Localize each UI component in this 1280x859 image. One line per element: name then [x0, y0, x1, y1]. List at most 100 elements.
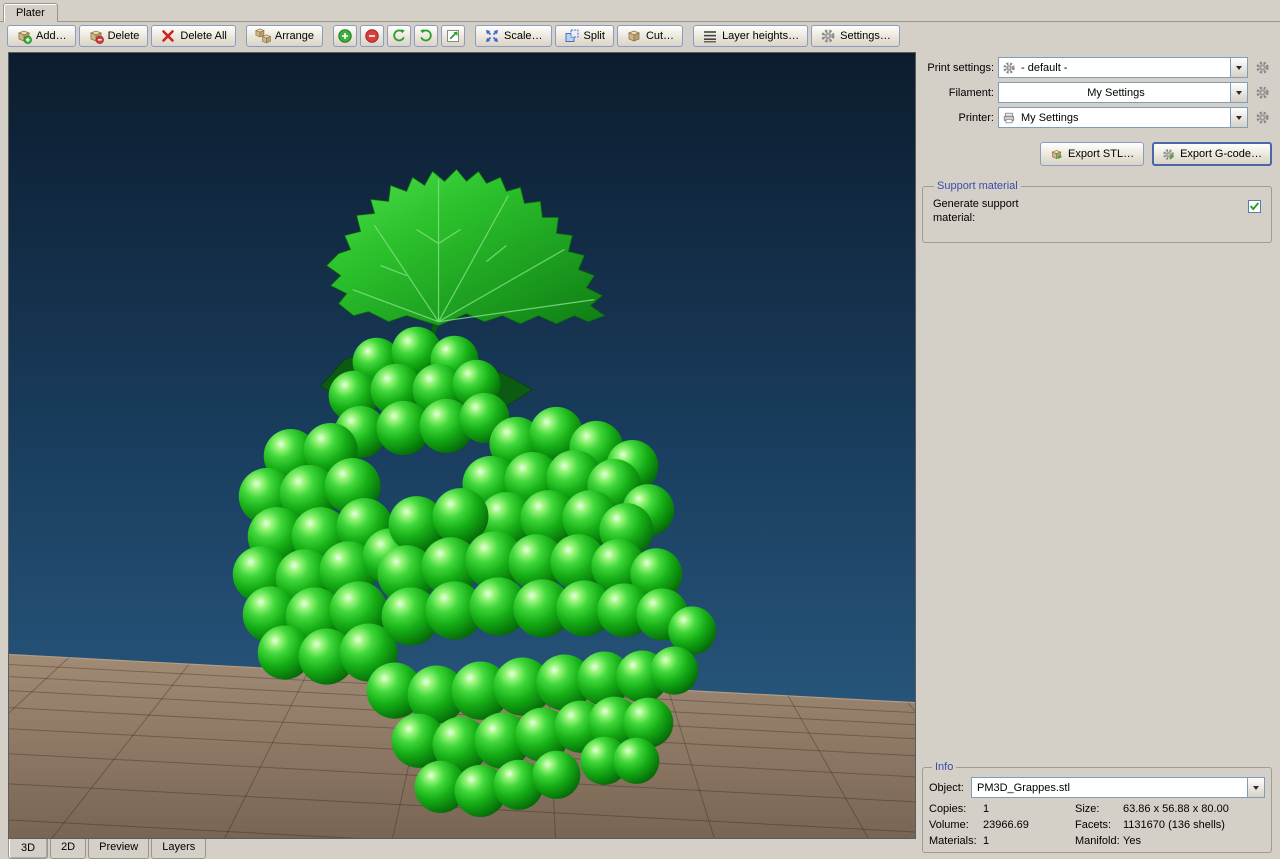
dropdown-arrow-icon[interactable]	[1247, 778, 1264, 797]
tab-3d[interactable]: 3D	[8, 839, 49, 859]
gear-export-icon	[1162, 148, 1175, 161]
info-grid: Copies: 1 Size: 63.86 x 56.88 x 80.00 Vo…	[929, 803, 1265, 847]
export-stl-button[interactable]: Export STL…	[1040, 142, 1145, 166]
main-content: 3D 2D Preview Layers Print settings: - d…	[0, 50, 1280, 859]
view-tab-strip: 3D 2D Preview Layers	[8, 839, 916, 859]
materials-label: Materials:	[929, 835, 977, 847]
tab-2d[interactable]: 2D	[50, 839, 87, 859]
split-button-label: Split	[583, 30, 605, 42]
bricks-icon	[255, 28, 271, 44]
volume-label: Volume:	[929, 819, 969, 831]
rotate-ccw-button[interactable]	[387, 25, 411, 47]
filament-value: My Settings	[1087, 86, 1145, 99]
fit-arrow-icon	[447, 30, 459, 42]
plater-toolbar: Add… Delete Delete All Arrange Scale… Sp…	[0, 22, 1280, 50]
arrange-button-label: Arrange	[274, 30, 314, 42]
red-x-icon	[162, 30, 175, 42]
print-settings-combo[interactable]: - default -	[998, 57, 1248, 78]
box-add-icon	[16, 28, 32, 44]
scale-button[interactable]: Scale…	[475, 25, 552, 47]
delete-all-button[interactable]: Delete All	[151, 25, 236, 47]
printer-value: My Settings	[1021, 111, 1079, 124]
box-icon	[626, 28, 642, 44]
export-gcode-button[interactable]: Export G-code…	[1152, 142, 1272, 166]
minus-circle-icon	[365, 29, 379, 43]
volume-value: 23966.69	[983, 819, 1029, 831]
add-button[interactable]: Add…	[7, 25, 76, 47]
scale-button-label: Scale…	[504, 30, 543, 42]
printer-label: Printer:	[958, 111, 994, 124]
settings-button[interactable]: Settings…	[811, 25, 900, 47]
printer-icon	[1002, 111, 1016, 125]
split-shapes-icon	[565, 29, 579, 42]
right-panel: Print settings: - default - Filament: My…	[916, 50, 1280, 859]
tab-preview-label: Preview	[99, 841, 139, 853]
tab-layers-label: Layers	[162, 841, 196, 853]
layer-heights-button-label: Layer heights…	[722, 30, 800, 42]
rotate-cw-button[interactable]	[414, 25, 438, 47]
printer-combo[interactable]: My Settings	[998, 107, 1248, 128]
print-settings-row: Print settings: - default -	[922, 57, 1274, 78]
layer-lines-icon	[704, 31, 717, 43]
tab-preview[interactable]: Preview	[88, 839, 150, 859]
top-tab-strip: Plater	[0, 0, 1280, 22]
printer-row: Printer: My Settings	[922, 107, 1274, 128]
object-row: Object: PM3D_Grappes.stl	[929, 777, 1265, 798]
object-label: Object:	[929, 781, 964, 794]
dropdown-arrow-icon[interactable]	[1230, 58, 1247, 77]
cut-button[interactable]: Cut…	[616, 25, 684, 47]
facets-label: Facets:	[1075, 819, 1112, 831]
dropdown-arrow-icon[interactable]	[1230, 83, 1247, 102]
plus-circle-icon	[338, 29, 352, 43]
manifold-label: Manifold:	[1075, 835, 1120, 847]
gear-icon	[820, 28, 836, 44]
manifold-value: Yes	[1123, 835, 1141, 847]
gear-icon	[1255, 85, 1270, 100]
object-combo[interactable]: PM3D_Grappes.stl	[971, 777, 1265, 798]
gear-icon	[1255, 60, 1270, 75]
filament-combo[interactable]: My Settings	[998, 82, 1248, 103]
tab-plater-label: Plater	[16, 7, 45, 19]
3d-viewport[interactable]	[8, 52, 916, 839]
settings-button-label: Settings…	[840, 30, 891, 42]
delete-all-button-label: Delete All	[180, 30, 227, 42]
box-export-icon	[1050, 148, 1063, 159]
info-title: Info	[935, 761, 954, 773]
cut-button-label: Cut…	[645, 30, 675, 42]
filament-label: Filament:	[948, 86, 994, 99]
tab-3d-label: 3D	[21, 842, 36, 854]
layer-heights-button[interactable]: Layer heights…	[693, 25, 809, 47]
rotate-ccw-icon	[391, 28, 407, 44]
remove-copy-button[interactable]	[360, 25, 384, 47]
filament-gear-button[interactable]	[1252, 83, 1272, 103]
generate-support-label: Generate support material:	[933, 198, 1019, 224]
copies-value: 1	[983, 803, 990, 815]
dropdown-arrow-icon[interactable]	[1230, 108, 1247, 127]
arrange-button[interactable]: Arrange	[245, 25, 323, 47]
print-settings-label: Print settings:	[927, 61, 994, 74]
object-value: PM3D_Grappes.stl	[977, 781, 1070, 794]
box-delete-icon	[88, 28, 104, 44]
filament-row: Filament: My Settings	[922, 82, 1274, 103]
materials-value: 1	[983, 835, 990, 847]
zoom-to-fit-button[interactable]	[441, 25, 465, 47]
printer-gear-button[interactable]	[1252, 108, 1272, 128]
add-copy-button[interactable]	[333, 25, 357, 47]
export-stl-label: Export STL…	[1068, 148, 1135, 160]
export-buttons-row: Export STL… Export G-code…	[922, 142, 1272, 166]
tab-plater[interactable]: Plater	[3, 3, 58, 22]
gear-icon	[1255, 110, 1270, 125]
facets-value: 1131670 (136 shells)	[1123, 819, 1225, 831]
print-settings-value: - default -	[1021, 61, 1068, 74]
gear-icon	[1002, 61, 1016, 75]
rotate-cw-icon	[418, 28, 434, 44]
print-settings-gear-button[interactable]	[1252, 58, 1272, 78]
export-gcode-label: Export G-code…	[1180, 148, 1262, 160]
split-button[interactable]: Split	[554, 25, 614, 47]
delete-button[interactable]: Delete	[78, 25, 149, 47]
generate-support-checkbox[interactable]	[1248, 200, 1261, 213]
size-value: 63.86 x 56.88 x 80.00	[1123, 803, 1229, 815]
tab-layers[interactable]: Layers	[151, 839, 207, 859]
generate-support-row: Generate support material:	[931, 195, 1263, 234]
size-label: Size:	[1075, 803, 1100, 815]
